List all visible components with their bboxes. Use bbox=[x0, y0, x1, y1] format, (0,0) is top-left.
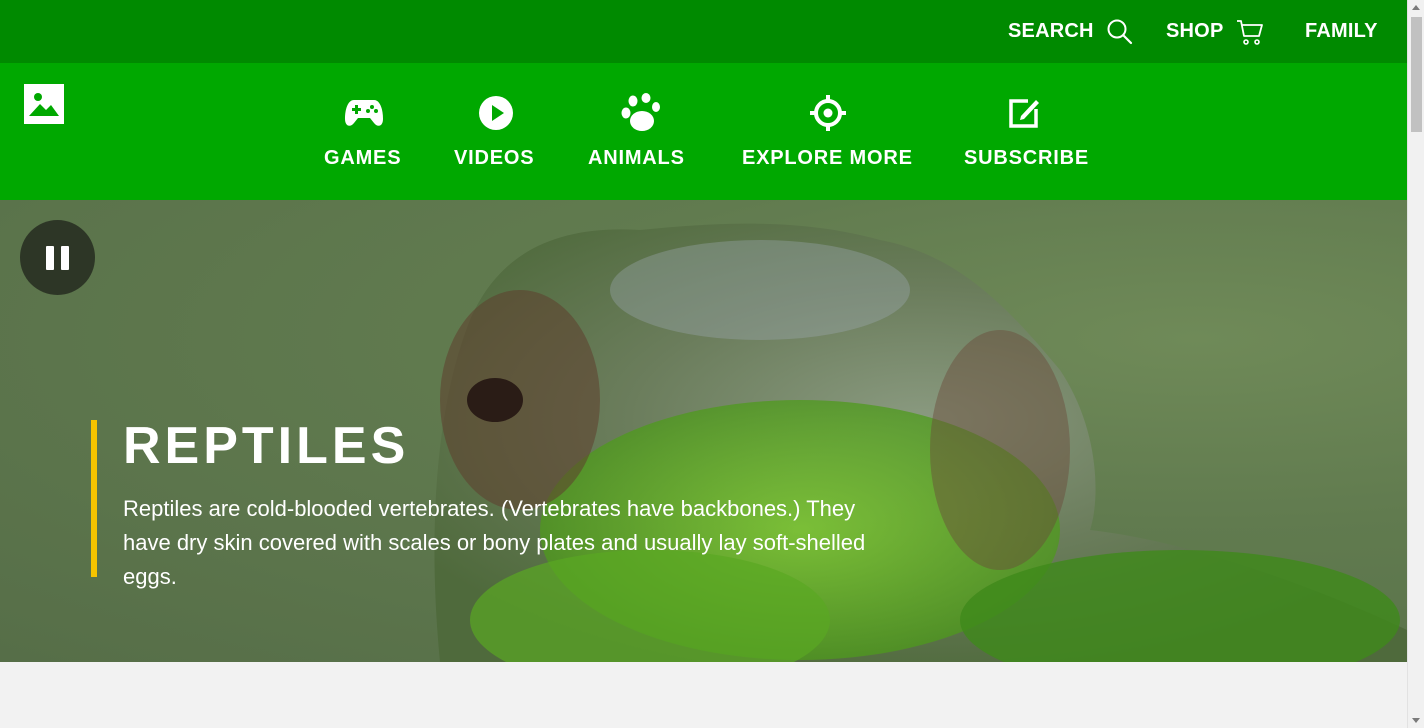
hero-description: Reptiles are cold-blooded vertebrates. (… bbox=[123, 496, 866, 589]
nav-explore-more-label: EXPLORE MORE bbox=[742, 147, 913, 169]
site-logo[interactable] bbox=[24, 84, 64, 124]
hero-caption: REPTILES Reptiles are cold-blooded verte… bbox=[91, 417, 883, 589]
nav-subscribe[interactable]: SUBSCRIBE bbox=[964, 63, 1088, 200]
scrollbar-thumb[interactable] bbox=[1411, 17, 1422, 132]
nav-videos[interactable]: VIDEOS bbox=[454, 63, 538, 200]
play-icon bbox=[474, 93, 518, 133]
nav-subscribe-label: SUBSCRIBE bbox=[964, 147, 1089, 169]
pause-icon-bar-right bbox=[61, 245, 69, 270]
nav-games-label: GAMES bbox=[324, 147, 402, 169]
nav-videos-label: VIDEOS bbox=[454, 147, 535, 169]
search-link[interactable]: SEARCH bbox=[1008, 0, 1134, 63]
family-label: FAMILY bbox=[1305, 20, 1378, 42]
image-icon bbox=[29, 93, 59, 116]
top-utility-bar: SEARCH SHOP FAMILY bbox=[0, 0, 1407, 63]
shop-label: SHOP bbox=[1166, 20, 1224, 42]
hero-title: REPTILES bbox=[123, 417, 410, 475]
scroll-up-icon[interactable] bbox=[1412, 5, 1420, 10]
search-icon bbox=[1106, 18, 1134, 46]
nav-animals[interactable]: ANIMALS bbox=[588, 63, 692, 200]
scroll-down-icon[interactable] bbox=[1412, 718, 1420, 723]
paw-icon bbox=[618, 93, 662, 133]
page-content-area bbox=[0, 662, 1407, 728]
search-label: SEARCH bbox=[1008, 20, 1094, 42]
main-nav: GAMES VIDEOS ANIMALS EXPLORE MORE SUBSCR… bbox=[0, 63, 1407, 200]
family-link[interactable]: FAMILY bbox=[1305, 0, 1378, 63]
shop-link[interactable]: SHOP bbox=[1166, 0, 1265, 63]
vertical-scrollbar[interactable] bbox=[1407, 0, 1424, 728]
edit-icon bbox=[1002, 93, 1046, 133]
target-icon bbox=[806, 93, 850, 133]
gamepad-icon bbox=[342, 93, 386, 133]
nav-games[interactable]: GAMES bbox=[324, 63, 404, 200]
nav-explore-more[interactable]: EXPLORE MORE bbox=[742, 63, 914, 200]
pause-icon-bar-left bbox=[46, 245, 54, 270]
pause-button[interactable] bbox=[20, 220, 95, 295]
nav-animals-label: ANIMALS bbox=[588, 147, 685, 169]
hero-banner: REPTILES Reptiles are cold-blooded verte… bbox=[0, 200, 1407, 662]
cart-icon bbox=[1235, 17, 1265, 47]
